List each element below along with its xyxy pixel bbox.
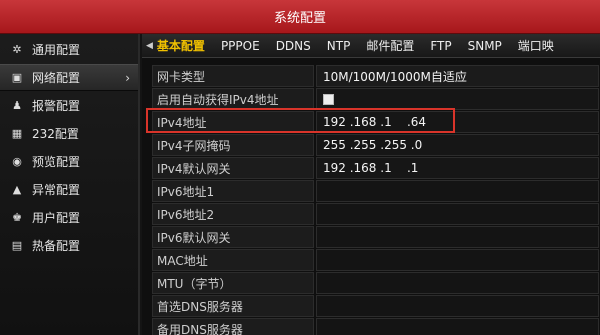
form-row-gateway: IPv4默认网关 192 .168 .1 .1: [152, 157, 600, 179]
ipv6-gateway-label: IPv6默认网关: [152, 226, 314, 248]
ipv6-address-1-label: IPv6地址1: [152, 180, 314, 202]
ipv4-address-field[interactable]: 192 .168 .1 .64: [316, 111, 599, 133]
sidebar-item-label: 异常配置: [32, 183, 81, 197]
primary-dns-field[interactable]: [316, 295, 599, 317]
form-row-ipv4: IPv4地址 192 .168 .1 .64: [152, 111, 600, 133]
form-row-dns1: 首选DNS服务器: [152, 295, 600, 317]
tab-port-mapping[interactable]: 端口映: [518, 37, 554, 54]
form-row-ipv6-2: IPv6地址2: [152, 203, 600, 225]
ipv6-address-2-field[interactable]: [316, 203, 599, 225]
sidebar-item-label: 用户配置: [32, 211, 81, 225]
sidebar-item-exception[interactable]: ▲ 异常配置: [0, 176, 138, 203]
network-icon: ▣: [11, 71, 23, 84]
sidebar: ✲ 通用配置 ▣ 网络配置 › ♟ 报警配置 ▦ 232配置 ◉ 预览配置 ▲ …: [0, 34, 140, 335]
dhcp-cell: [316, 88, 599, 110]
mac-address-label: MAC地址: [152, 249, 314, 271]
ipv6-gateway-field[interactable]: [316, 226, 599, 248]
ipv4-label: IPv4地址: [152, 111, 314, 133]
tab-ftp[interactable]: FTP: [430, 39, 451, 53]
tab-scroll-left-icon[interactable]: ◀: [146, 41, 153, 51]
sidebar-item-preview[interactable]: ◉ 预览配置: [0, 148, 138, 175]
form-row-ipv6-1: IPv6地址1: [152, 180, 600, 202]
serial-port-icon: ▦: [11, 127, 23, 140]
mtu-field[interactable]: [316, 272, 599, 294]
dhcp-label: 启用自动获得IPv4地址: [152, 88, 314, 110]
sidebar-item-alarm[interactable]: ♟ 报警配置: [0, 92, 138, 119]
sidebar-item-rs232[interactable]: ▦ 232配置: [0, 120, 138, 147]
nic-type-select[interactable]: 10M/100M/1000M自适应: [316, 65, 599, 87]
chevron-right-icon: ›: [125, 70, 130, 85]
sidebar-item-label: 通用配置: [32, 43, 81, 57]
tab-ntp[interactable]: NTP: [327, 39, 351, 53]
form-row-mtu: MTU（字节）: [152, 272, 600, 294]
form-row-dhcp: 启用自动获得IPv4地址: [152, 88, 600, 110]
tab-snmp[interactable]: SNMP: [468, 39, 502, 53]
secondary-dns-label: 备用DNS服务器: [152, 318, 314, 335]
sidebar-item-label: 预览配置: [32, 155, 81, 169]
sidebar-item-label: 报警配置: [32, 99, 81, 113]
primary-dns-label: 首选DNS服务器: [152, 295, 314, 317]
tab-ddns[interactable]: DDNS: [276, 39, 311, 53]
tab-email[interactable]: 邮件配置: [366, 37, 414, 54]
form-row-mac: MAC地址: [152, 249, 600, 271]
mac-address-field: [316, 249, 599, 271]
tab-pppoe[interactable]: PPPOE: [221, 39, 260, 53]
network-basic-form: 网卡类型 10M/100M/1000M自适应 启用自动获得IPv4地址 IPv4…: [142, 58, 600, 335]
bell-icon: ♟: [12, 99, 22, 112]
subnet-mask-label: IPv4子网掩码: [152, 134, 314, 156]
gateway-label: IPv4默认网关: [152, 157, 314, 179]
form-row-dns2: 备用DNS服务器: [152, 318, 600, 335]
ipv6-address-1-field[interactable]: [316, 180, 599, 202]
form-row-mask: IPv4子网掩码 255 .255 .255 .0: [152, 134, 600, 156]
sidebar-item-label: 232配置: [32, 127, 79, 141]
secondary-dns-field[interactable]: [316, 318, 599, 335]
eye-icon: ◉: [12, 155, 22, 168]
form-row-nic-type: 网卡类型 10M/100M/1000M自适应: [152, 65, 600, 87]
sidebar-item-label: 网络配置: [32, 71, 81, 85]
hot-standby-icon: ▤: [11, 239, 23, 252]
dhcp-checkbox[interactable]: [323, 93, 334, 105]
gateway-field[interactable]: 192 .168 .1 .1: [316, 157, 599, 179]
sidebar-item-general[interactable]: ✲ 通用配置: [0, 36, 138, 63]
nic-type-label: 网卡类型: [152, 65, 314, 87]
tab-bar: ◀ 基本配置 PPPOE DDNS NTP 邮件配置 FTP SNMP 端口映: [142, 34, 600, 58]
sidebar-item-hot-standby[interactable]: ▤ 热备配置: [0, 232, 138, 259]
warning-icon: ▲: [12, 183, 22, 196]
window-title: 系统配置: [273, 11, 326, 26]
sidebar-item-label: 热备配置: [32, 239, 81, 253]
gear-icon: ✲: [12, 43, 22, 56]
sidebar-item-network[interactable]: ▣ 网络配置 ›: [0, 64, 138, 91]
ipv6-address-2-label: IPv6地址2: [152, 203, 314, 225]
sidebar-item-users[interactable]: ♚ 用户配置: [0, 204, 138, 231]
tab-basic[interactable]: 基本配置: [157, 37, 205, 54]
mtu-label: MTU（字节）: [152, 272, 314, 294]
users-icon: ♚: [12, 211, 22, 224]
main-panel: ◀ 基本配置 PPPOE DDNS NTP 邮件配置 FTP SNMP 端口映 …: [142, 34, 600, 335]
title-bar: 系统配置: [0, 0, 600, 34]
subnet-mask-field[interactable]: 255 .255 .255 .0: [316, 134, 599, 156]
form-row-ipv6-gateway: IPv6默认网关: [152, 226, 600, 248]
